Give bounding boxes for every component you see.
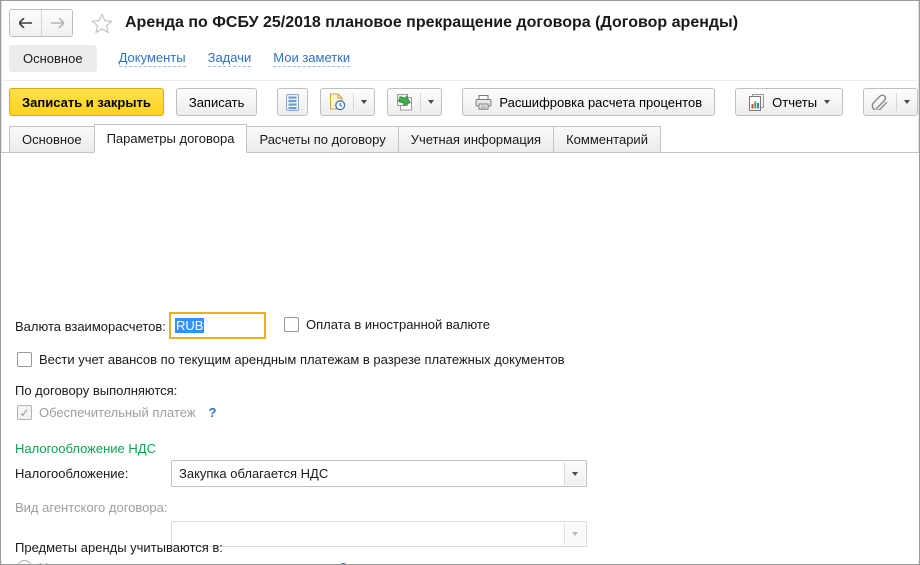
security-payment-label: Обеспечительный платеж xyxy=(39,405,196,420)
currency-label: Валюта взаиморасчетов: xyxy=(15,319,166,334)
history-nav-group xyxy=(9,9,73,37)
lease-subjects-label: Предметы аренды учитываются в: xyxy=(15,540,223,555)
form-tab-accounting-info[interactable]: Учетная информация xyxy=(397,126,555,152)
lease-subjects-radio-both xyxy=(17,560,32,564)
copy-green-arrow-icon xyxy=(397,94,413,111)
lease-subjects-help-link[interactable]: ? xyxy=(339,560,347,564)
form-tab-contract-calcs[interactable]: Расчеты по договору xyxy=(246,126,399,152)
taxation-dropdown-button[interactable] xyxy=(564,462,585,485)
command-bar: Записать и закрыть Записать Расшифровка … xyxy=(1,81,919,122)
document-clock-icon xyxy=(330,93,346,111)
security-payment-help-link[interactable]: ? xyxy=(209,405,217,420)
button-divider xyxy=(353,93,355,111)
tab-documents[interactable]: Документы xyxy=(118,50,186,67)
tab-my-notes[interactable]: Мои заметки xyxy=(273,50,351,67)
agent-contract-label: Вид агентского договора: xyxy=(15,500,168,515)
interest-breakdown-button[interactable]: Расшифровка расчета процентов xyxy=(462,88,716,116)
lease-subjects-option-row: Управленческом и регламентированном учет… xyxy=(17,560,347,564)
currency-input[interactable]: RUB xyxy=(169,312,266,339)
security-payment-row: Обеспечительный платеж ? xyxy=(17,405,217,420)
form-tab-comment[interactable]: Комментарий xyxy=(553,126,661,152)
page-title: Аренда по ФСБУ 25/2018 плановое прекраще… xyxy=(125,14,739,31)
printer-icon xyxy=(475,94,492,110)
chevron-down-icon xyxy=(572,471,578,476)
advances-row: Вести учет авансов по текущим арендным п… xyxy=(17,352,565,367)
obligations-label: По договору выполняются: xyxy=(15,383,178,398)
button-divider xyxy=(420,93,422,111)
currency-value: RUB xyxy=(175,318,205,333)
reports-label: Отчеты xyxy=(772,94,818,110)
forward-arrow-icon xyxy=(51,18,64,28)
tab-main[interactable]: Основное xyxy=(9,45,97,72)
security-payment-checkbox xyxy=(17,405,32,420)
attachments-dropdown-button[interactable] xyxy=(863,88,919,116)
advances-label: Вести учет авансов по текущим арендным п… xyxy=(39,352,565,367)
save-button[interactable]: Записать xyxy=(175,88,258,116)
lease-contract-window: Аренда по ФСБУ 25/2018 плановое прекраще… xyxy=(0,0,920,565)
interest-breakdown-label: Расшифровка расчета процентов xyxy=(499,94,703,110)
paperclip-icon xyxy=(871,94,888,110)
back-button[interactable] xyxy=(10,10,41,36)
foreign-currency-checkbox[interactable] xyxy=(284,317,299,332)
chevron-down-icon xyxy=(572,532,578,536)
create-based-on-dropdown-button[interactable] xyxy=(387,88,443,116)
structure-list-button[interactable] xyxy=(277,88,309,116)
taxation-value: Закупка облагается НДС xyxy=(179,466,329,481)
taxation-label: Налогообложение: xyxy=(15,466,129,481)
chevron-down-icon xyxy=(904,100,911,104)
agent-contract-select xyxy=(171,521,587,547)
forward-button[interactable] xyxy=(41,10,72,36)
main-nav-tabs: Основное Документы Задачи Мои заметки xyxy=(1,39,919,81)
list-icon xyxy=(286,93,300,111)
contract-params-panel: Валюта взаиморасчетов: RUB Оплата в инос… xyxy=(1,153,919,564)
form-tab-contract-params[interactable]: Параметры договора xyxy=(93,124,248,153)
vat-section-header: Налогообложение НДС xyxy=(15,441,156,456)
foreign-currency-label: Оплата в иностранной валюте xyxy=(306,317,490,332)
chevron-down-icon xyxy=(824,100,831,104)
back-arrow-icon xyxy=(18,18,32,28)
window-header: Аренда по ФСБУ 25/2018 плановое прекраще… xyxy=(1,1,919,39)
form-tab-main[interactable]: Основное xyxy=(9,126,95,152)
form-tab-strip: Основное Параметры договора Расчеты по д… xyxy=(1,124,919,153)
quick-action-group xyxy=(277,88,443,116)
report-chart-icon xyxy=(749,93,765,111)
tab-tasks[interactable]: Задачи xyxy=(207,50,252,67)
favorite-star-icon[interactable] xyxy=(91,12,113,34)
advances-checkbox[interactable] xyxy=(17,352,32,367)
taxation-select[interactable]: Закупка облагается НДС xyxy=(171,460,587,487)
foreign-currency-row: Оплата в иностранной валюте xyxy=(284,317,490,332)
agent-contract-dropdown-button xyxy=(564,523,585,545)
chevron-down-icon xyxy=(428,100,435,104)
save-and-close-button[interactable]: Записать и закрыть xyxy=(9,88,164,116)
reports-dropdown-button[interactable]: Отчеты xyxy=(735,88,844,116)
chevron-down-icon xyxy=(361,100,368,104)
button-divider xyxy=(896,93,898,111)
lease-subjects-option-label: Управленческом и регламентированном учет… xyxy=(39,560,326,564)
document-history-dropdown-button[interactable] xyxy=(320,88,376,116)
